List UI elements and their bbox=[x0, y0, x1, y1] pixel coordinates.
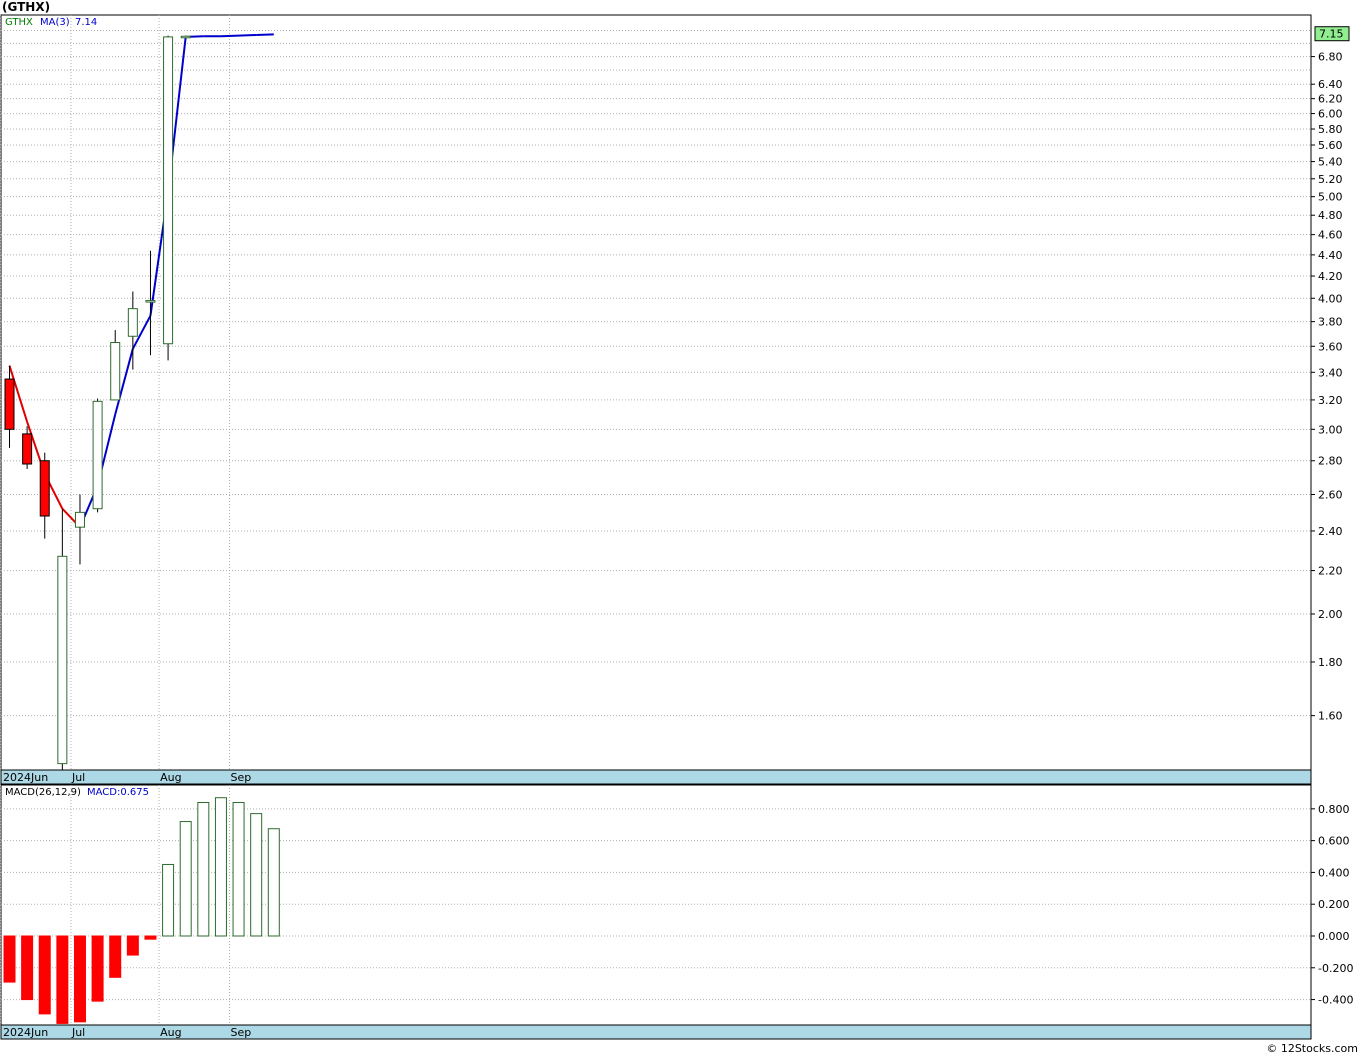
macd-x-tick-label: Sep bbox=[231, 1026, 252, 1039]
ma-line-segment bbox=[256, 33, 274, 36]
macd-y-tick-label: -0.200 bbox=[1318, 962, 1353, 975]
macd-bar-negative bbox=[21, 935, 34, 1001]
candle-down bbox=[22, 433, 33, 465]
price-legend-ma-value: 7.14 bbox=[75, 17, 97, 28]
candle-up bbox=[92, 400, 103, 510]
price-y-tick-label: 2.00 bbox=[1318, 608, 1343, 621]
macd-legend-value: MACD:0.675 bbox=[87, 787, 149, 798]
price-y-tick-label: 3.40 bbox=[1318, 366, 1343, 379]
macd-bar-positive bbox=[250, 813, 263, 937]
price-y-tick-label: 1.80 bbox=[1318, 656, 1343, 669]
price-y-tick-label: 5.20 bbox=[1318, 173, 1343, 186]
macd-x-axis-band bbox=[0, 1024, 1312, 1040]
price-panel: 1.60 1.80 2.00 2.20 2.40 2.60 2.80 3.00 3.20 3.40… bbox=[0, 14, 1350, 785]
price-x-axis-band bbox=[0, 769, 1312, 785]
price-y-tick-label: 5.40 bbox=[1318, 156, 1343, 169]
macd-bar-negative bbox=[109, 935, 122, 978]
candle-up bbox=[180, 35, 191, 39]
macd-bar-positive bbox=[197, 801, 210, 937]
price-plot-frame bbox=[0, 14, 1312, 771]
price-legend-ma-label: MA(3) bbox=[40, 17, 70, 28]
macd-x-tick-label: Jul bbox=[71, 1026, 85, 1039]
price-y-tick-label: 1.60 bbox=[1318, 710, 1343, 723]
price-y-tick-label: 4.20 bbox=[1318, 270, 1343, 283]
candle-down bbox=[39, 460, 50, 517]
last-price-label: 7.15 bbox=[1319, 28, 1344, 41]
candle-up bbox=[57, 555, 68, 765]
price-y-tick-label: 4.80 bbox=[1318, 209, 1343, 222]
macd-bar-negative bbox=[126, 935, 139, 956]
candle-up bbox=[163, 36, 174, 345]
price-y-tick-label: 3.20 bbox=[1318, 394, 1343, 407]
candle-up bbox=[74, 511, 85, 528]
macd-bar-negative bbox=[56, 935, 69, 1024]
macd-x-tick-label: 2024Jun bbox=[3, 1026, 48, 1039]
macd-y-tick-label: 0.800 bbox=[1318, 803, 1350, 816]
price-x-tick-label: 2024Jun bbox=[3, 771, 48, 784]
price-y-tick-label: 6.40 bbox=[1318, 78, 1343, 91]
macd-y-tick-label: 0.000 bbox=[1318, 930, 1350, 943]
price-y-tick-label: 2.80 bbox=[1318, 455, 1343, 468]
macd-bar-negative bbox=[38, 935, 51, 1015]
chart-canvas: 1.60 1.80 2.00 2.20 2.40 2.60 2.80 3.00 3.20 3.40… bbox=[0, 14, 1353, 1040]
macd-bar-positive bbox=[214, 797, 227, 937]
macd-x-tick-label: Aug bbox=[160, 1026, 181, 1039]
price-y-tick-label: 2.20 bbox=[1318, 565, 1343, 578]
price-y-tick-label: 3.80 bbox=[1318, 316, 1343, 329]
price-y-tick-label: 5.80 bbox=[1318, 123, 1343, 136]
candle-up bbox=[110, 341, 121, 401]
macd-bar-negative bbox=[73, 935, 86, 1023]
macd-bar-positive bbox=[162, 863, 175, 937]
price-y-tick-label: 3.00 bbox=[1318, 423, 1343, 436]
macd-y-tick-label: 0.600 bbox=[1318, 835, 1350, 848]
macd-bar-positive bbox=[232, 801, 245, 937]
price-y-tick-label: 5.60 bbox=[1318, 139, 1343, 152]
ma-line-segment bbox=[238, 33, 257, 37]
macd-y-tick-label: 0.400 bbox=[1318, 866, 1350, 879]
price-x-tick-label: Jul bbox=[71, 771, 85, 784]
macd-bar-negative bbox=[91, 935, 104, 1002]
macd-legend-label: MACD(26,12,9) bbox=[5, 787, 81, 798]
candle-up bbox=[127, 308, 138, 337]
price-legend-ticker: GTHX bbox=[5, 17, 33, 28]
price-y-tick-label: 6.00 bbox=[1318, 108, 1343, 121]
price-y-tick-label: 4.40 bbox=[1318, 249, 1343, 262]
site-credit: © 12Stocks.com bbox=[1266, 1042, 1358, 1055]
candle-up bbox=[145, 300, 156, 303]
price-y-tick-label: 4.60 bbox=[1318, 229, 1343, 242]
price-y-tick-label: 5.00 bbox=[1318, 191, 1343, 204]
macd-bar-negative bbox=[144, 935, 157, 940]
price-x-tick-label: Aug bbox=[160, 771, 181, 784]
ma-line-segment bbox=[220, 34, 239, 38]
price-y-tick-label: 3.60 bbox=[1318, 340, 1343, 353]
macd-bar-positive bbox=[179, 821, 192, 937]
price-y-tick-label: 2.60 bbox=[1318, 488, 1343, 501]
macd-bar-negative bbox=[3, 935, 16, 983]
macd-y-tick-label: -0.400 bbox=[1318, 994, 1353, 1007]
price-y-tick-label: 6.20 bbox=[1318, 93, 1343, 106]
price-y-tick-label: 6.80 bbox=[1318, 51, 1343, 64]
price-y-tick-label: 4.00 bbox=[1318, 292, 1343, 305]
macd-y-tick-label: 0.200 bbox=[1318, 898, 1350, 911]
macd-bar-positive bbox=[267, 828, 280, 937]
price-y-tick-label: 2.40 bbox=[1318, 525, 1343, 538]
price-x-tick-label: Sep bbox=[231, 771, 252, 784]
macd-panel: -0.400 -0.200 0.000 0.200 0.400 0.600 0.800 MAC… bbox=[0, 784, 1353, 1040]
candle-down bbox=[4, 378, 15, 430]
